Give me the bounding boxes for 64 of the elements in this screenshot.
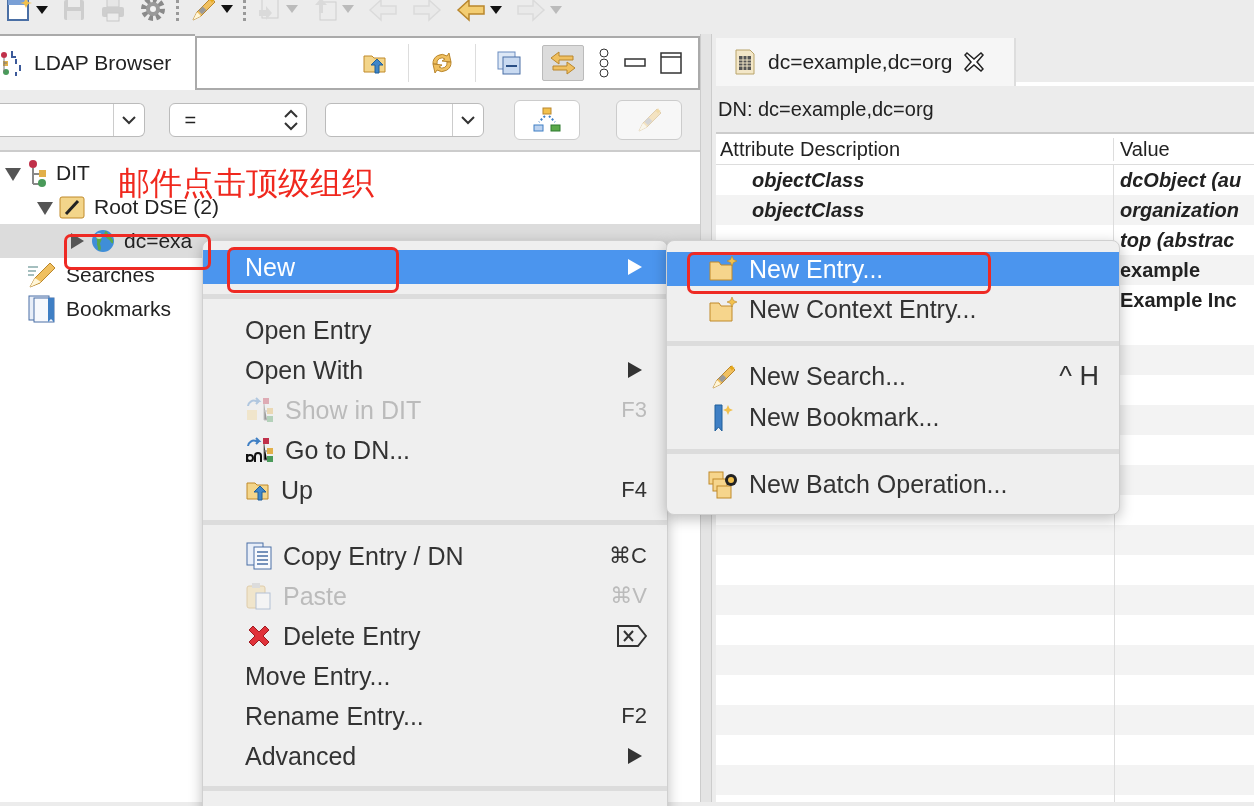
menu-item[interactable]: Advanced [203, 736, 667, 776]
delete-key-icon [617, 625, 647, 647]
table-cell: top (abstrac [1120, 228, 1235, 251]
column-header[interactable]: Attribute Description [716, 137, 1114, 161]
attribute-dropdown[interactable] [0, 103, 146, 137]
menu-item[interactable]: Go to DN... [203, 430, 667, 470]
globe-icon [90, 228, 116, 254]
tree-item[interactable]: Searches [0, 258, 155, 292]
folders-gear-icon [707, 469, 739, 500]
tree-item[interactable]: Bookmarks [0, 292, 172, 326]
menu-item[interactable]: Delete Entry [203, 616, 667, 656]
back-arrow-icon [456, 0, 486, 22]
folder-plus-icon [708, 256, 738, 282]
menu-item[interactable]: New Batch Operation... [667, 464, 1119, 505]
table-cell: organization [1120, 198, 1239, 221]
view-tab[interactable]: LDAP Browser [0, 34, 195, 90]
chevron-down-icon [122, 115, 137, 125]
view-menu-icon[interactable] [598, 48, 610, 78]
table-cell: dcObject (au [1120, 168, 1242, 191]
folder-slash-icon [58, 194, 86, 220]
editor-tab[interactable]: dc=example,dc=org [716, 38, 1016, 86]
minimize-icon[interactable] [624, 58, 646, 68]
menu-item[interactable]: Open Entry [203, 310, 667, 350]
tree-button[interactable] [514, 100, 581, 140]
column-header[interactable]: Value [1114, 137, 1170, 161]
value-dropdown[interactable] [325, 103, 485, 137]
bookmark-plus-icon [712, 402, 734, 433]
maximize-icon[interactable] [660, 52, 682, 74]
menu-item[interactable]: Move Entry... [203, 656, 667, 696]
tree-arrow-icon [245, 396, 275, 424]
chevron-down-icon [461, 115, 476, 125]
printer-icon [100, 0, 126, 22]
tree-hierarchy-icon [26, 159, 48, 187]
tree-arrow-icon [245, 436, 275, 464]
submenu-arrow-icon [627, 747, 643, 765]
menu-item[interactable]: Open With [203, 350, 667, 390]
clipboard-icon [245, 581, 273, 611]
stepper-arrows-icon [284, 109, 298, 131]
toolbar-separator [243, 0, 246, 22]
table-document-icon [734, 48, 756, 76]
folder-plus-icon [708, 296, 738, 323]
tree-item[interactable]: DIT [0, 156, 90, 190]
table-cell: Example Inc [1120, 288, 1237, 311]
menu-item[interactable]: Up F4 [203, 470, 667, 510]
menu-item[interactable]: Rename Entry... F2 [203, 696, 667, 736]
close-icon[interactable] [964, 52, 985, 72]
book-icon [26, 294, 58, 324]
submenu-arrow-icon [627, 361, 643, 379]
refresh-arrows-icon [429, 50, 455, 76]
table-cell: example [1120, 258, 1201, 281]
submenu-arrow-icon [627, 258, 643, 276]
menu-item[interactable]: New Search... ^ H [667, 356, 1119, 397]
collapsed-arrow-icon[interactable] [68, 232, 86, 250]
documents-icon [245, 541, 273, 571]
two-way-arrows-icon [549, 50, 577, 76]
operator-dropdown[interactable]: = [169, 103, 307, 137]
menu-item[interactable]: Copy Entry / DN ⌘C [203, 536, 667, 576]
toolbar-separator [176, 0, 179, 22]
table-cell: objectClass [752, 198, 865, 222]
collapse-all-icon [496, 50, 522, 76]
hierarchy-icon [531, 106, 564, 134]
new-document-icon [6, 0, 32, 22]
table-cell: objectClass [752, 168, 865, 192]
menu-item[interactable]: New Bookmark... [667, 397, 1119, 438]
